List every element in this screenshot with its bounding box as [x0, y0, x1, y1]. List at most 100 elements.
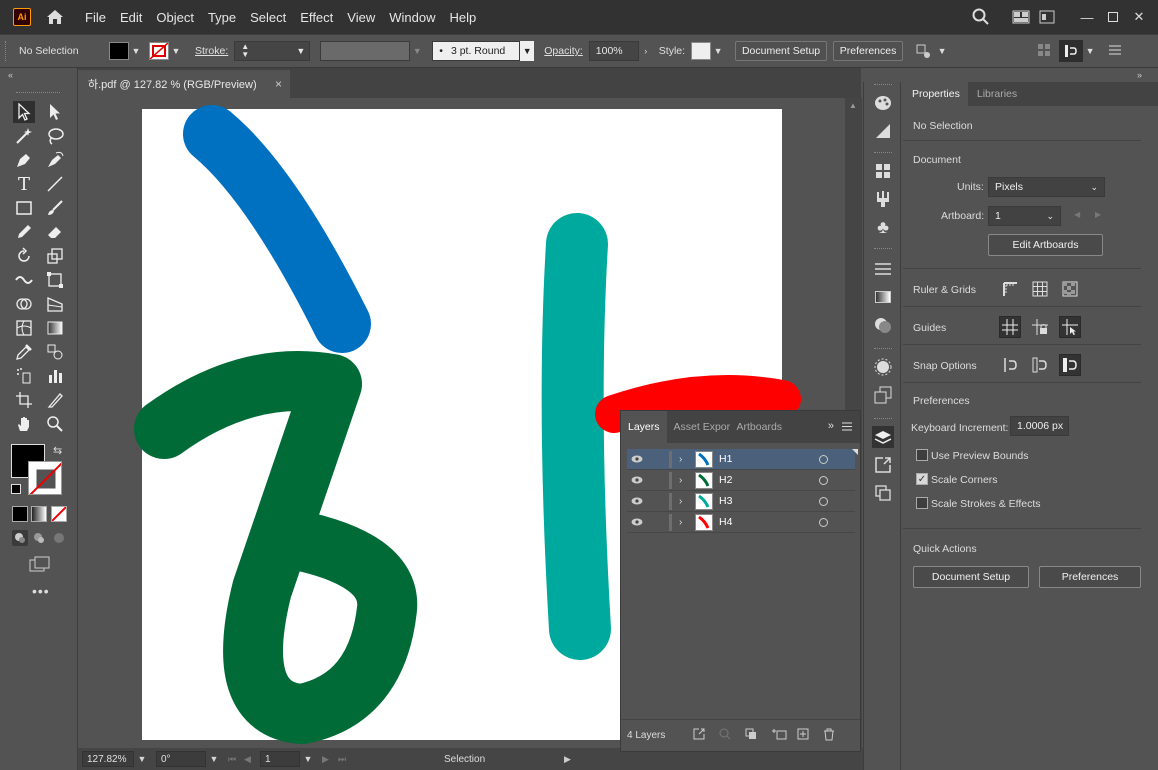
visibility-eye-icon[interactable]: [627, 455, 647, 463]
layer-name[interactable]: H3: [719, 495, 809, 507]
scale-corners-label[interactable]: Scale Corners: [931, 474, 998, 486]
locate-object-icon[interactable]: [719, 728, 739, 743]
keyboard-increment-field[interactable]: 1.0006 px: [1010, 416, 1069, 436]
show-guides-icon[interactable]: [999, 316, 1021, 338]
none-mode-icon[interactable]: [51, 506, 67, 522]
strip-grip[interactable]: [874, 84, 892, 87]
eyedropper-tool-icon[interactable]: [13, 341, 35, 363]
slice-tool-icon[interactable]: [44, 389, 66, 411]
collapse-panels-icon[interactable]: »: [1137, 70, 1142, 80]
color-panel-icon[interactable]: [872, 92, 894, 114]
teal-stroke[interactable]: [541, 213, 611, 660]
ruler-icon[interactable]: [999, 278, 1021, 300]
home-icon[interactable]: [45, 7, 65, 27]
menu-help[interactable]: Help: [449, 10, 476, 25]
lock-guides-icon[interactable]: [1029, 316, 1051, 338]
blend-tool-icon[interactable]: [44, 341, 66, 363]
rotation-field[interactable]: 0°: [156, 751, 206, 767]
preferences-button[interactable]: Preferences: [833, 41, 904, 61]
draw-inside-icon[interactable]: [51, 530, 67, 546]
chevron-down-icon[interactable]: ▼: [711, 41, 725, 61]
more-tools-icon[interactable]: •••: [32, 583, 50, 599]
symbols-panel-icon[interactable]: ♣: [872, 216, 894, 238]
magic-wand-tool-icon[interactable]: [13, 125, 35, 147]
screen-mode-icon[interactable]: [29, 556, 51, 572]
paintbrush-tool-icon[interactable]: [44, 197, 66, 219]
tab-layers[interactable]: Layers: [621, 411, 667, 443]
zoom-field[interactable]: 127.82%: [82, 751, 134, 767]
chevron-down-icon[interactable]: ▼: [1083, 41, 1097, 61]
stroke-label[interactable]: Stroke:: [195, 45, 228, 57]
preferences-button[interactable]: Preferences: [1039, 566, 1141, 588]
menu-view[interactable]: View: [347, 10, 375, 25]
pen-tool-icon[interactable]: [13, 149, 35, 171]
chevron-right-icon[interactable]: ›: [639, 41, 653, 61]
stroke-swatch[interactable]: [149, 42, 169, 60]
menu-object[interactable]: Object: [156, 10, 194, 25]
status-menu-arrow-icon[interactable]: ▶: [564, 754, 571, 765]
free-transform-tool-icon[interactable]: [44, 269, 66, 291]
units-select[interactable]: Pixels ⌄: [988, 177, 1105, 197]
gradient-mode-icon[interactable]: [31, 506, 47, 522]
zoom-tool-icon[interactable]: [44, 413, 66, 435]
chevron-down-icon[interactable]: ▼: [129, 41, 143, 61]
column-graph-tool-icon[interactable]: [44, 365, 66, 387]
graphic-style-swatch[interactable]: [691, 42, 712, 60]
visibility-eye-icon[interactable]: [627, 476, 647, 484]
hand-tool-icon[interactable]: [13, 413, 35, 435]
document-tab[interactable]: 하.pdf @ 127.82 % (RGB/Preview) ×: [78, 70, 290, 98]
gradient-panel-icon[interactable]: [872, 286, 894, 308]
curvature-tool-icon[interactable]: [44, 149, 66, 171]
menu-file[interactable]: File: [85, 10, 106, 25]
line-tool-icon[interactable]: [44, 173, 66, 195]
layer-name[interactable]: H2: [719, 474, 809, 486]
chevron-down-icon[interactable]: ▼: [935, 41, 949, 61]
type-tool-icon[interactable]: T: [13, 173, 35, 195]
menu-effect[interactable]: Effect: [300, 10, 333, 25]
strip-grip[interactable]: [874, 248, 892, 251]
chevron-down-icon[interactable]: ▼: [134, 754, 150, 764]
workspace-layout-icon[interactable]: [1008, 7, 1034, 27]
expand-layer-icon[interactable]: ›: [679, 475, 691, 486]
chevron-down-icon[interactable]: ▼: [410, 41, 424, 61]
stepper-icon[interactable]: ▲ ▼: [241, 43, 251, 59]
draw-behind-icon[interactable]: [31, 530, 47, 546]
layer-name[interactable]: H4: [719, 516, 809, 528]
last-artboard-icon[interactable]: ⏭: [338, 754, 354, 765]
default-fill-stroke-icon[interactable]: [11, 484, 21, 494]
expand-panel-icon[interactable]: »: [828, 420, 834, 432]
layer-row[interactable]: › H4: [627, 512, 855, 533]
color-guide-icon[interactable]: [872, 120, 894, 142]
tab-libraries[interactable]: Libraries: [968, 82, 1025, 106]
artboard-tool-icon[interactable]: [13, 389, 35, 411]
appearance-panel-icon[interactable]: [872, 356, 894, 378]
expand-layer-icon[interactable]: ›: [679, 517, 691, 528]
layer-name[interactable]: H1: [719, 453, 809, 465]
export-icon[interactable]: [693, 728, 713, 743]
menu-select[interactable]: Select: [250, 10, 286, 25]
close-tab-icon[interactable]: ×: [275, 77, 282, 91]
grid-icon[interactable]: [1029, 278, 1051, 300]
target-circle-icon[interactable]: [819, 454, 828, 464]
asset-export-icon[interactable]: [872, 454, 894, 476]
opacity-field[interactable]: 100%: [588, 41, 639, 61]
previous-artboard-icon[interactable]: ◀: [244, 754, 260, 765]
brushes-panel-icon[interactable]: [872, 188, 894, 210]
strip-grip[interactable]: [874, 152, 892, 155]
chevron-down-icon[interactable]: ▼: [520, 41, 535, 61]
expand-layer-icon[interactable]: ›: [679, 496, 691, 507]
shape-builder-tool-icon[interactable]: [13, 293, 35, 315]
strip-grip[interactable]: [874, 348, 892, 351]
blue-stroke[interactable]: [183, 105, 371, 353]
smart-guides-icon[interactable]: [1059, 316, 1081, 338]
variable-width-profile[interactable]: [320, 41, 411, 61]
pencil-tool-icon[interactable]: [13, 221, 35, 243]
rotate-tool-icon[interactable]: [13, 245, 35, 267]
new-sublayer-icon[interactable]: [771, 728, 791, 743]
panel-menu-icon[interactable]: [1109, 45, 1125, 58]
toolbar-grip[interactable]: [16, 92, 60, 93]
artboard-number-field[interactable]: 1: [260, 751, 300, 767]
chevron-down-icon[interactable]: ▼: [300, 754, 316, 764]
gradient-tool-icon[interactable]: [44, 317, 66, 339]
document-setup-button[interactable]: Document Setup: [913, 566, 1029, 588]
